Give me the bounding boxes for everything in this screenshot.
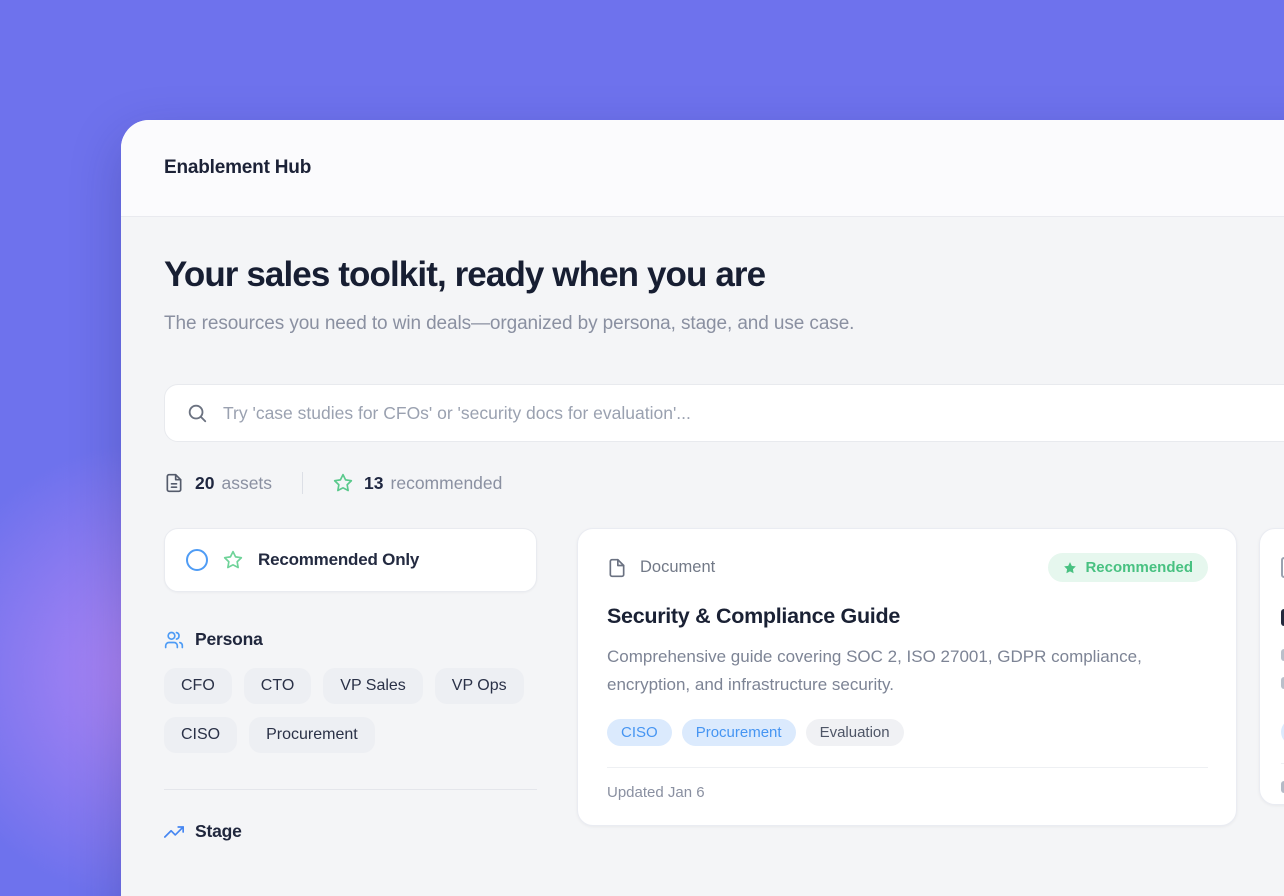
card-type-label: Document	[640, 558, 715, 577]
persona-chip[interactable]: CFO	[164, 668, 232, 704]
stage-heading-label: Stage	[195, 821, 242, 842]
filters-sidebar: Recommended Only Persona CFO CTO VP Sales V…	[164, 528, 537, 842]
search-bar[interactable]	[164, 384, 1284, 442]
file-text-icon	[164, 473, 184, 493]
stats-divider	[302, 472, 303, 494]
page-header: Enablement Hub	[121, 120, 1284, 217]
trending-up-icon	[164, 822, 184, 842]
hero-title: Your sales toolkit, ready when you are	[164, 255, 1284, 295]
recommended-badge: Recommended	[1048, 553, 1208, 582]
persona-section-heading: Persona	[164, 629, 537, 650]
card-description: Comprehensive guide covering SOC 2, ISO …	[607, 643, 1185, 699]
users-icon	[164, 630, 184, 650]
recommended-only-radio[interactable]	[186, 549, 208, 571]
stats-row: 20 assets 13 recommended	[164, 472, 1284, 494]
recommended-count: 13	[364, 473, 383, 494]
recommended-only-label: Recommended Only	[258, 550, 419, 570]
enablement-hub-window: Enablement Hub Your sales toolkit, ready…	[121, 120, 1284, 896]
persona-chip-list: CFO CTO VP Sales VP Ops CISO Procurement	[164, 668, 537, 753]
star-icon	[223, 550, 243, 570]
asset-card-security-compliance-guide[interactable]: Document Recommended Security & Complian…	[577, 528, 1237, 826]
card-tag: CISO	[607, 719, 672, 746]
star-icon	[333, 473, 353, 493]
search-icon	[186, 402, 208, 424]
card-body: Document Recommended Security & Complian…	[578, 529, 1236, 746]
card-type: Document	[607, 558, 715, 578]
persona-chip[interactable]: VP Sales	[323, 668, 423, 704]
hero-subtitle: The resources you need to win deals—orga…	[164, 305, 879, 342]
file-icon	[607, 558, 627, 578]
card-tag: Evaluation	[806, 719, 904, 746]
card-top-row: Document Recommended	[607, 553, 1208, 582]
stage-section-heading: Stage	[164, 821, 537, 842]
persona-chip[interactable]: CISO	[164, 717, 237, 753]
persona-heading-label: Persona	[195, 629, 263, 650]
card-footer: Updated Jan 6	[607, 767, 1208, 825]
persona-chip[interactable]: CTO	[244, 668, 311, 704]
assets-count-stat: 20 assets	[164, 473, 272, 494]
card-tag-list: CISO Procurement Evaluation	[607, 719, 1208, 746]
recommended-badge-label: Recommended	[1085, 559, 1193, 576]
star-icon	[1063, 561, 1077, 575]
assets-label: assets	[221, 473, 272, 494]
asset-card-partial[interactable]	[1259, 528, 1284, 805]
recommended-label: recommended	[391, 473, 503, 494]
card-title: Security & Compliance Guide	[607, 604, 1208, 629]
sidebar-divider	[164, 789, 537, 790]
content-layout: Recommended Only Persona CFO CTO VP Sales V…	[164, 528, 1284, 842]
search-input[interactable]	[223, 403, 1284, 424]
recommended-count-stat: 13 recommended	[333, 473, 502, 494]
card-tag: Procurement	[682, 719, 796, 746]
recommended-only-toggle[interactable]: Recommended Only	[164, 528, 537, 592]
page-main: Your sales toolkit, ready when you are T…	[121, 255, 1284, 842]
assets-count: 20	[195, 473, 214, 494]
persona-chip[interactable]: VP Ops	[435, 668, 524, 704]
app-title: Enablement Hub	[164, 157, 311, 179]
persona-chip[interactable]: Procurement	[249, 717, 375, 753]
asset-cards-grid: Document Recommended Security & Complian…	[577, 528, 1284, 826]
desktop-background: { "app": { "title": "Enablement Hub" }, …	[0, 0, 1284, 896]
